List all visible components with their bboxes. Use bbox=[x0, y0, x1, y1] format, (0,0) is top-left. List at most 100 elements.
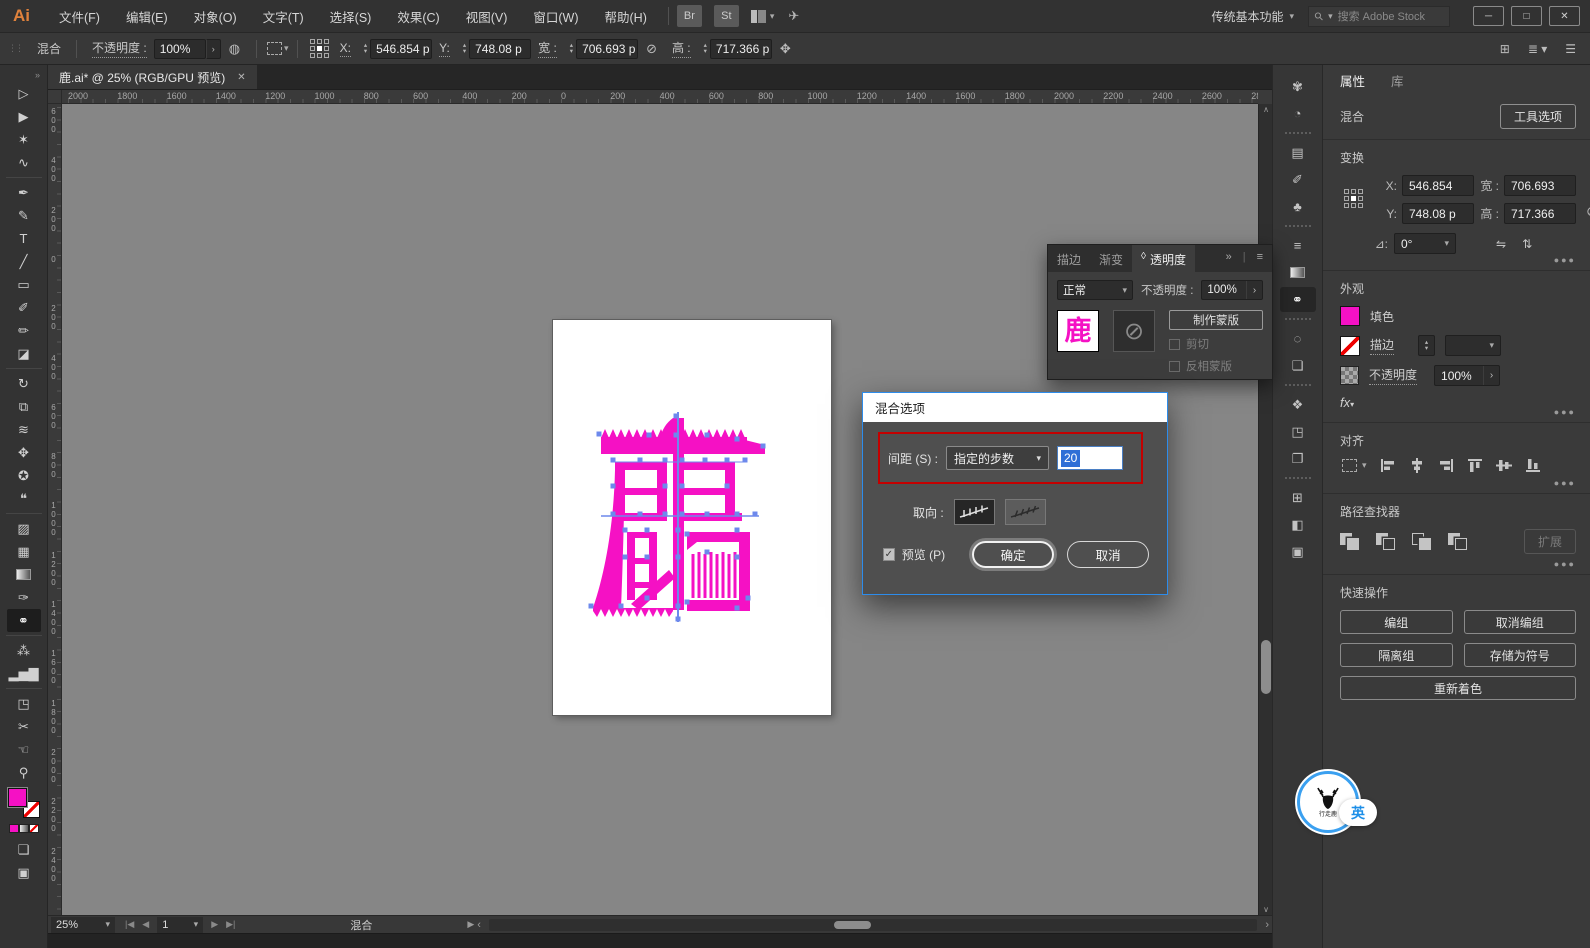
asset-export-panel-icon[interactable]: ❐ bbox=[1280, 446, 1316, 471]
share-icon[interactable]: ✈ bbox=[788, 8, 799, 24]
symbols-panel-icon[interactable]: ♣ bbox=[1280, 194, 1316, 219]
expand-button[interactable]: 扩展 bbox=[1523, 529, 1576, 554]
clip-checkbox[interactable]: 剪切 bbox=[1169, 336, 1263, 352]
opacity-checker-icon[interactable] bbox=[1340, 366, 1359, 385]
scroll-right-icon[interactable]: › bbox=[1265, 919, 1269, 931]
fill-color-swatch[interactable] bbox=[1340, 306, 1360, 326]
opacity-dropdown-button[interactable]: › bbox=[205, 38, 221, 59]
mask-thumbnail[interactable]: ⊘ bbox=[1113, 310, 1155, 352]
align-right-icon[interactable] bbox=[1438, 458, 1454, 473]
group-button[interactable]: 编组 bbox=[1340, 610, 1453, 634]
scale-tool[interactable]: ⧉ bbox=[7, 395, 41, 418]
graphic-styles-panel-icon[interactable]: ❏ bbox=[1280, 353, 1316, 378]
drawing-mode-icon[interactable]: ❏ bbox=[7, 838, 41, 861]
fill-label[interactable]: 填色 bbox=[1370, 308, 1394, 325]
lasso-tool[interactable]: ∿ bbox=[7, 151, 41, 174]
align-horizontal-center-icon[interactable] bbox=[1409, 458, 1425, 473]
scroll-down-icon[interactable]: ∨ bbox=[1259, 905, 1273, 914]
stock-search-input[interactable]: ⚲ ▾ 搜索 Adobe Stock bbox=[1308, 5, 1450, 27]
menu-window[interactable]: 窗口(W) bbox=[520, 0, 591, 32]
panel-menu-icon[interactable]: ☰ bbox=[1565, 42, 1576, 56]
align-to-path-button[interactable] bbox=[1004, 499, 1046, 525]
align-to-selector[interactable]: ▾ bbox=[1340, 459, 1367, 472]
make-mask-button[interactable]: 制作蒙版 bbox=[1169, 310, 1263, 330]
curvature-tool[interactable]: ✎ bbox=[7, 204, 41, 227]
mesh-tool[interactable]: ▦ bbox=[7, 540, 41, 563]
transform-panel-icon[interactable]: ▣ bbox=[1280, 539, 1316, 564]
type-tool[interactable]: T bbox=[7, 227, 41, 250]
line-tool[interactable]: ╱ bbox=[7, 250, 41, 273]
maximize-button[interactable]: □ bbox=[1511, 6, 1542, 26]
comment-tool[interactable]: ❝ bbox=[7, 487, 41, 510]
slice-tool[interactable]: ✂ bbox=[7, 715, 41, 738]
previous-artboard-button[interactable]: ◀ bbox=[142, 919, 149, 930]
zoom-level-select[interactable]: 25% ▾ bbox=[51, 916, 115, 933]
vertical-scroll-thumb[interactable] bbox=[1261, 640, 1271, 694]
more-options-icon[interactable]: ●●● bbox=[1554, 478, 1576, 488]
appearance-panel-icon[interactable]: ◌ bbox=[1280, 326, 1316, 351]
stepper-icon[interactable]: ▴ ▾ bbox=[364, 42, 367, 55]
fill-stroke-indicator[interactable] bbox=[7, 788, 40, 818]
style-box-icon[interactable] bbox=[267, 42, 283, 55]
scroll-up-icon[interactable]: ∧ bbox=[1259, 105, 1273, 114]
hand-tool[interactable]: ☜ bbox=[7, 738, 41, 761]
panel-menu-icon[interactable]: ≡ bbox=[1257, 251, 1263, 272]
stroke-label[interactable]: 描边 bbox=[1370, 336, 1395, 355]
menu-file[interactable]: 文件(F) bbox=[46, 0, 113, 32]
gradient-panel-icon[interactable] bbox=[1280, 260, 1316, 285]
rotate-tool[interactable]: ↻ bbox=[7, 372, 41, 395]
eyedropper-tool[interactable]: ✑ bbox=[7, 586, 41, 609]
status-menu-arrow-icon[interactable]: ▶ bbox=[467, 919, 474, 930]
height-field[interactable]: 717.366 bbox=[1504, 203, 1576, 224]
ruler-origin-corner[interactable] bbox=[48, 90, 62, 104]
globe-icon[interactable]: ◍ bbox=[229, 41, 240, 57]
screen-mode-icon[interactable]: ▣ bbox=[7, 861, 41, 884]
opacity-dropdown-button[interactable]: › bbox=[1483, 366, 1499, 385]
color-guide-panel-icon[interactable]: ◔ bbox=[1280, 101, 1316, 126]
selection-tool[interactable]: ▷ bbox=[7, 82, 41, 105]
menu-help[interactable]: 帮助(H) bbox=[592, 0, 660, 32]
flip-horizontal-icon[interactable]: ⇋ bbox=[1496, 237, 1506, 251]
document-tab[interactable]: 鹿.ai* @ 25% (RGB/GPU 预览) ✕ bbox=[48, 65, 257, 89]
none-button[interactable] bbox=[28, 824, 39, 833]
invert-mask-checkbox[interactable]: 反相蒙版 bbox=[1169, 358, 1263, 374]
opacity-label[interactable]: 不透明度 bbox=[1369, 366, 1418, 385]
width-field[interactable]: 706.693 bbox=[1504, 175, 1576, 196]
transparency-panel-icon[interactable]: ⚭ bbox=[1279, 287, 1316, 312]
opacity-dropdown-button[interactable]: › bbox=[1246, 281, 1262, 299]
opacity-field[interactable]: 100% bbox=[153, 38, 206, 59]
tab-gradient[interactable]: 渐变 bbox=[1090, 245, 1132, 272]
pathfinder-panel-icon[interactable]: ◧ bbox=[1280, 512, 1316, 537]
pathfinder-unite-icon[interactable] bbox=[1340, 533, 1361, 550]
cancel-button[interactable]: 取消 bbox=[1067, 541, 1149, 568]
dialog-title[interactable]: 混合选项 bbox=[863, 393, 1167, 422]
ime-language-badge[interactable]: 英 bbox=[1339, 799, 1377, 826]
menu-object[interactable]: 对象(O) bbox=[181, 0, 250, 32]
isolate-group-button[interactable]: 隔离组 bbox=[1340, 643, 1453, 667]
pathfinder-intersect-icon[interactable] bbox=[1412, 533, 1433, 550]
menu-type[interactable]: 文字(T) bbox=[250, 0, 317, 32]
horizontal-ruler[interactable]: 2000 1800 1600 1400 1200 1000 800 600 400 200 0 200… bbox=[62, 90, 1258, 104]
y-field[interactable]: 748.08 p bbox=[469, 38, 532, 59]
direct-selection-tool[interactable]: ▶ bbox=[7, 105, 41, 128]
scroll-left-icon[interactable]: ‹ bbox=[477, 919, 481, 931]
stroke-weight-select[interactable]: ▾ bbox=[1445, 335, 1502, 356]
tool-options-button[interactable]: 工具选项 bbox=[1499, 104, 1576, 129]
align-vertical-center-icon[interactable] bbox=[1495, 458, 1512, 473]
workspace-switcher[interactable]: 传统基本功能 ▾ bbox=[1211, 8, 1294, 25]
fill-swatch[interactable] bbox=[7, 788, 27, 807]
reference-point-icon[interactable] bbox=[309, 39, 329, 58]
flip-vertical-icon[interactable]: ⇅ bbox=[1522, 237, 1532, 251]
tab-transparency[interactable]: ◊ 透明度 bbox=[1132, 245, 1195, 272]
column-graph-tool[interactable]: ▂▅▇ bbox=[7, 662, 41, 685]
save-as-symbol-button[interactable]: 存储为符号 bbox=[1463, 643, 1576, 667]
x-field[interactable]: 546.854 bbox=[1402, 175, 1474, 196]
free-transform-tool[interactable]: ✥ bbox=[7, 441, 41, 464]
color-panel-icon[interactable]: ✾ bbox=[1280, 74, 1316, 99]
y-field[interactable]: 748.08 p bbox=[1402, 203, 1474, 224]
stepper-icon[interactable]: ▴ ▾ bbox=[704, 42, 707, 55]
layers-panel-icon[interactable]: ❖ bbox=[1280, 392, 1316, 417]
minimize-button[interactable]: ─ bbox=[1473, 6, 1504, 26]
blend-tool[interactable]: ⚭ bbox=[6, 609, 41, 632]
pathfinder-minus-front-icon[interactable] bbox=[1376, 533, 1397, 550]
